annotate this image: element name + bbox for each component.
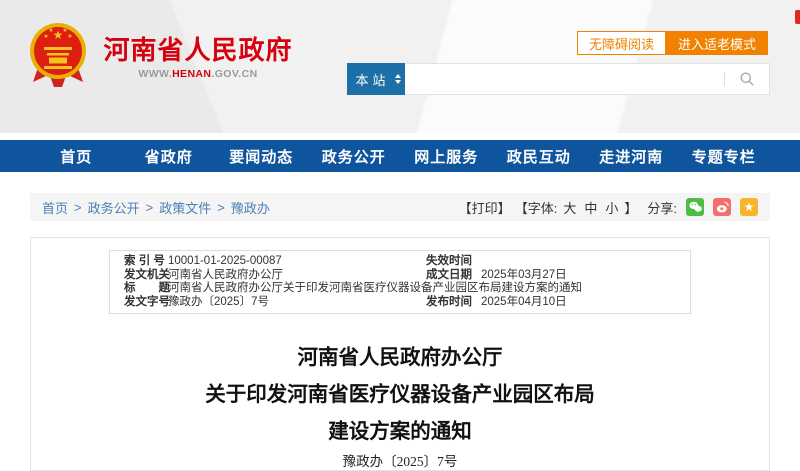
site-title: 河南省人民政府 xyxy=(103,35,293,65)
breadcrumb-item-policy-documents[interactable]: 政策文件 xyxy=(159,198,211,217)
meta-label-expiry-date: 失效时间 xyxy=(426,255,472,267)
breadcrumb-separator: > xyxy=(74,199,82,215)
breadcrumb: 首页 > 政务公开 > 政策文件 > 豫政办 xyxy=(42,198,270,217)
meta-row-issuing-agency: 发文机关 河南省人民政府办公厅 成文日期 2025年03月27日 xyxy=(124,269,676,283)
main-navigation: 首页 省政府 要闻动态 政务公开 网上服务 政民互动 走进河南 专题专栏 xyxy=(0,140,800,172)
font-size-label: 【字体: xyxy=(514,200,558,216)
meta-row-title: 标 题 河南省人民政府办公厅关于印发河南省医疗仪器设备产业园区布局建设方案的通知 xyxy=(124,282,676,296)
meta-value-written-date: 2025年03月27日 xyxy=(481,268,567,281)
svg-text:★: ★ xyxy=(43,33,48,40)
site-url-domain: HENAN xyxy=(172,68,212,80)
meta-value-issuing-agency: 河南省人民政府办公厅 xyxy=(168,268,283,281)
site-url: WWW.HENAN.GOV.CN xyxy=(102,68,294,80)
svg-text:★: ★ xyxy=(62,27,67,34)
accessibility-reading-button[interactable]: 无障碍阅读 xyxy=(576,31,666,55)
document-title-line-2: 关于印发河南省医疗仪器设备产业园区布局 xyxy=(205,384,595,406)
meta-value-title: 河南省人民政府办公厅关于印发河南省医疗仪器设备产业园区布局建设方案的通知 xyxy=(168,282,582,294)
breadcrumb-bar: 首页 > 政务公开 > 政策文件 > 豫政办 【打印】 【字体: 大 中 小 】… xyxy=(30,193,770,221)
search-bar: 本站 xyxy=(347,63,770,95)
nav-item-news[interactable]: 要闻动态 xyxy=(215,140,308,172)
share-label: 分享: xyxy=(647,200,677,216)
wechat-share-icon[interactable] xyxy=(686,198,704,216)
font-size-small-button[interactable]: 小 xyxy=(605,198,618,217)
elder-mode-button[interactable]: 进入适老模式 xyxy=(665,31,768,55)
search-button[interactable] xyxy=(725,64,769,94)
nav-item-home[interactable]: 首页 xyxy=(30,140,123,172)
favorite-share-icon[interactable]: ★ xyxy=(740,198,758,216)
site-url-www: WWW. xyxy=(138,68,173,80)
nav-item-gov-affairs-disclosure[interactable]: 政务公开 xyxy=(308,140,401,172)
svg-text:★: ★ xyxy=(67,33,72,40)
font-size-label-close: 】 xyxy=(624,200,638,216)
weibo-glyph-icon xyxy=(716,201,729,213)
national-emblem-icon: ★ ★ ★ ★ ★ xyxy=(30,23,86,87)
nav-items-container: 首页 省政府 要闻动态 政务公开 网上服务 政民互动 走进河南 专题专栏 xyxy=(30,140,770,172)
breadcrumb-item-gov-affairs[interactable]: 政务公开 xyxy=(88,198,140,217)
search-scope-label: 本站 xyxy=(355,72,390,88)
meta-value-index-number: 10001-01-2025-00087 xyxy=(168,255,282,267)
star-icon: ★ xyxy=(743,200,755,214)
meta-row-index: 索 引 号 10001-01-2025-00087 失效时间 xyxy=(124,255,676,269)
document-title: 河南省人民政府办公厅 关于印发河南省医疗仪器设备产业园区布局 建设方案的通知 xyxy=(31,340,769,451)
site-header: ★ ★ ★ ★ ★ 河南省人民政府 WWW.HENAN.GOV.CN 无障碍阅读… xyxy=(0,0,800,133)
svg-text:★: ★ xyxy=(48,27,53,34)
floating-widget-corner xyxy=(795,10,800,24)
breadcrumb-item-home[interactable]: 首页 xyxy=(42,198,68,217)
font-size-large-button[interactable]: 大 xyxy=(563,198,576,217)
meta-label-index-number: 索 引 号 xyxy=(124,255,165,267)
meta-label-issuing-agency: 发文机关 xyxy=(124,268,170,281)
nav-item-special-topics[interactable]: 专题专栏 xyxy=(678,140,771,172)
meta-label-publish-date: 发布时间 xyxy=(426,295,472,308)
weibo-share-icon[interactable] xyxy=(713,198,731,216)
header-mode-buttons: 无障碍阅读 进入适老模式 xyxy=(576,31,768,55)
meta-label-doc-number: 发文字号 xyxy=(124,295,170,308)
wechat-glyph-icon xyxy=(688,201,702,212)
meta-row-doc-number: 发文字号 豫政办〔2025〕7号 发布时间 2025年04月10日 xyxy=(124,296,676,310)
breadcrumb-separator: > xyxy=(217,199,225,215)
document-title-line-3: 建设方案的通知 xyxy=(328,421,472,443)
document-number: 豫政办〔2025〕7号 xyxy=(342,454,458,469)
search-scope-dropdown[interactable]: 本站 xyxy=(347,63,405,95)
breadcrumb-separator: > xyxy=(145,199,154,215)
updown-arrows-icon xyxy=(394,74,401,84)
print-button[interactable]: 【打印】 xyxy=(459,198,511,217)
meta-label-written-date: 成文日期 xyxy=(426,268,472,281)
site-logo[interactable]: ★ ★ ★ ★ ★ 河南省人民政府 WWW.HENAN.GOV.CN xyxy=(28,16,293,102)
search-icon xyxy=(740,72,754,86)
meta-value-doc-number: 豫政办〔2025〕7号 xyxy=(168,295,269,308)
document-container: 索 引 号 10001-01-2025-00087 失效时间 发文机关 河南省人… xyxy=(30,237,770,471)
document-title-line-1: 河南省人民政府办公厅 xyxy=(297,347,503,369)
breadcrumb-item-current: 豫政办 xyxy=(230,200,270,216)
meta-label-title: 标 题 xyxy=(124,282,170,294)
meta-value-publish-date: 2025年04月10日 xyxy=(481,295,567,308)
document-meta-table: 索 引 号 10001-01-2025-00087 失效时间 发文机关 河南省人… xyxy=(109,250,691,314)
nav-item-online-services[interactable]: 网上服务 xyxy=(400,140,493,172)
font-size-medium-button[interactable]: 中 xyxy=(584,198,597,217)
nav-item-public-interaction[interactable]: 政民互动 xyxy=(493,140,586,172)
nav-item-into-henan[interactable]: 走进河南 xyxy=(585,140,678,172)
page-toolbar: 【打印】 【字体: 大 中 小 】 分享: ★ xyxy=(459,198,758,217)
nav-item-provincial-government[interactable]: 省政府 xyxy=(123,140,216,172)
site-url-suffix: .GOV.CN xyxy=(211,68,258,80)
search-input[interactable] xyxy=(404,64,724,94)
